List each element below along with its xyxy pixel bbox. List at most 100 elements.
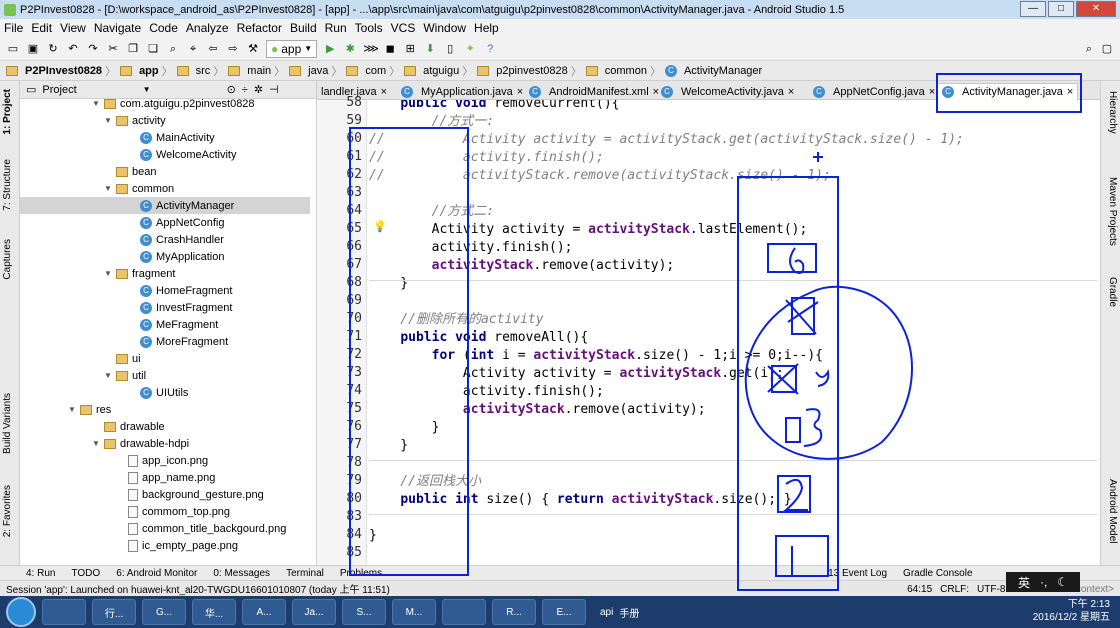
expand-arrow-icon[interactable]: ▼: [104, 116, 116, 125]
menu-edit[interactable]: Edit: [31, 21, 52, 35]
taskbar-app[interactable]: M...: [392, 599, 436, 625]
tool-tab-13-event-log[interactable]: 13 Event Log: [828, 568, 887, 579]
copy-icon[interactable]: ❐: [126, 42, 140, 56]
breadcrumb-item[interactable]: main 〉: [228, 63, 285, 79]
tree-node[interactable]: ▼ fragment: [20, 265, 310, 282]
expand-arrow-icon[interactable]: ▼: [104, 269, 116, 278]
debug-icon[interactable]: ✱: [343, 42, 357, 56]
system-clock[interactable]: 下午 2:13 2016/12/2 星期五: [1033, 598, 1110, 624]
taskbar-app[interactable]: [42, 599, 86, 625]
ime-punctuation-icon[interactable]: ·,: [1040, 575, 1047, 589]
tool-tab-gradle-console[interactable]: Gradle Console: [903, 568, 972, 579]
stop-icon[interactable]: ◼: [383, 42, 397, 56]
expand-arrow-icon[interactable]: ▼: [104, 371, 116, 380]
taskbar-app[interactable]: G...: [142, 599, 186, 625]
menu-navigate[interactable]: Navigate: [94, 21, 141, 35]
breadcrumb-item[interactable]: common 〉: [585, 63, 661, 79]
help-icon[interactable]: ?: [483, 42, 497, 56]
tree-node[interactable]: ▼ util: [20, 367, 310, 384]
tree-node[interactable]: common_title_backgourd.png: [20, 520, 310, 537]
editor-tab[interactable]: C ActivityManager.java ×: [937, 83, 1079, 100]
tab-hierarchy[interactable]: Hierarchy: [1107, 91, 1118, 134]
close-tab-icon[interactable]: ×: [1067, 86, 1073, 98]
close-tab-icon[interactable]: ×: [517, 86, 523, 98]
breadcrumb-item[interactable]: src 〉: [176, 63, 224, 79]
taskbar-tray-app[interactable]: api: [600, 607, 613, 618]
tree-node[interactable]: ▼ activity: [20, 112, 310, 129]
menu-file[interactable]: File: [4, 21, 23, 35]
tree-node[interactable]: ▼ res: [20, 401, 310, 418]
menu-build[interactable]: Build: [290, 21, 317, 35]
tree-node[interactable]: C UIUtils: [20, 384, 310, 401]
hide-panel-icon[interactable]: ⊣: [269, 83, 279, 96]
tab-maven-projects[interactable]: Maven Projects: [1107, 177, 1118, 246]
breadcrumb-item[interactable]: app 〉: [120, 63, 173, 79]
close-tab-icon[interactable]: ×: [788, 86, 794, 98]
taskbar-app[interactable]: 华...: [192, 599, 236, 625]
minimize-button[interactable]: —: [1020, 1, 1046, 17]
tree-node[interactable]: ▼ common: [20, 180, 310, 197]
menu-run[interactable]: Run: [325, 21, 347, 35]
taskbar-tray-app[interactable]: 手册: [619, 605, 639, 620]
expand-arrow-icon[interactable]: ▼: [92, 99, 104, 108]
tree-node[interactable]: C MyApplication: [20, 248, 310, 265]
gear-icon[interactable]: ✲: [254, 83, 263, 96]
tab-gradle[interactable]: Gradle: [1107, 277, 1118, 307]
menu-refactor[interactable]: Refactor: [237, 21, 282, 35]
tree-node[interactable]: background_gesture.png: [20, 486, 310, 503]
sdk-manager-icon[interactable]: ⬇: [423, 42, 437, 56]
undo-icon[interactable]: ↶: [66, 42, 80, 56]
breadcrumb-item[interactable]: p2pinvest0828 〉: [477, 63, 582, 79]
close-tab-icon[interactable]: ×: [929, 86, 935, 98]
find-icon[interactable]: ⌕: [166, 42, 180, 56]
back-icon[interactable]: ⇦: [206, 42, 220, 56]
scroll-from-source-icon[interactable]: ⊙: [227, 83, 236, 96]
attach-debugger-icon[interactable]: ⋙: [363, 42, 379, 56]
menu-analyze[interactable]: Analyze: [186, 21, 229, 35]
menu-view[interactable]: View: [60, 21, 86, 35]
chevron-down-icon[interactable]: ▼: [143, 85, 151, 94]
editor-tab[interactable]: C WelcomeActivity.java ×: [657, 83, 798, 100]
project-view-select[interactable]: Project: [42, 84, 76, 96]
tree-node[interactable]: C HomeFragment: [20, 282, 310, 299]
tool-tab-4-run[interactable]: 4: Run: [26, 568, 55, 579]
editor-tab[interactable]: C MyApplication.java ×: [397, 83, 527, 100]
expand-arrow-icon[interactable]: ▼: [104, 184, 116, 193]
expand-arrow-icon[interactable]: ▼: [68, 405, 80, 414]
tool-tab-problems[interactable]: Problems: [340, 568, 382, 579]
search-everywhere-icon[interactable]: ⌕: [1082, 42, 1096, 56]
paste-icon[interactable]: ❏: [146, 42, 160, 56]
taskbar-app[interactable]: S...: [342, 599, 386, 625]
make-project-icon[interactable]: ⚒: [246, 42, 260, 56]
caret-position[interactable]: 64:15: [907, 584, 932, 595]
replace-icon[interactable]: ⌖: [186, 42, 200, 56]
tree-node[interactable]: bean: [20, 163, 310, 180]
tree-node[interactable]: C AppNetConfig: [20, 214, 310, 231]
tree-node[interactable]: C MeFragment: [20, 316, 310, 333]
tool-tab-todo[interactable]: TODO: [71, 568, 100, 579]
menu-vcs[interactable]: VCS: [391, 21, 416, 35]
collapse-all-icon[interactable]: ÷: [242, 84, 248, 96]
close-tab-icon[interactable]: ×: [381, 86, 387, 98]
open-folder-icon[interactable]: ▭: [6, 42, 20, 56]
file-encoding[interactable]: UTF-8:: [977, 584, 1008, 595]
cut-icon[interactable]: ✂: [106, 42, 120, 56]
redo-icon[interactable]: ↷: [86, 42, 100, 56]
ime-language[interactable]: 英: [1018, 574, 1030, 591]
taskbar-app[interactable]: Ja...: [292, 599, 336, 625]
ime-moon-icon[interactable]: ☾: [1057, 575, 1068, 589]
editor-tab[interactable]: C AndroidManifest.xml ×: [525, 83, 663, 100]
menu-window[interactable]: Window: [423, 21, 466, 35]
ime-bar[interactable]: 英 ·, ☾: [1006, 572, 1080, 592]
sync-icon[interactable]: ↻: [46, 42, 60, 56]
tree-node[interactable]: drawable: [20, 418, 310, 435]
tree-node[interactable]: C MoreFragment: [20, 333, 310, 350]
menu-code[interactable]: Code: [149, 21, 178, 35]
tree-node[interactable]: C WelcomeActivity: [20, 146, 310, 163]
breadcrumb-item[interactable]: java 〉: [289, 63, 342, 79]
android-device-monitor-icon[interactable]: ✦: [463, 42, 477, 56]
tree-node[interactable]: commom_top.png: [20, 503, 310, 520]
close-button[interactable]: ✕: [1076, 1, 1116, 17]
line-separator[interactable]: CRLF:: [940, 584, 969, 595]
breadcrumb-item[interactable]: P2PInvest0828 〉: [6, 63, 116, 79]
